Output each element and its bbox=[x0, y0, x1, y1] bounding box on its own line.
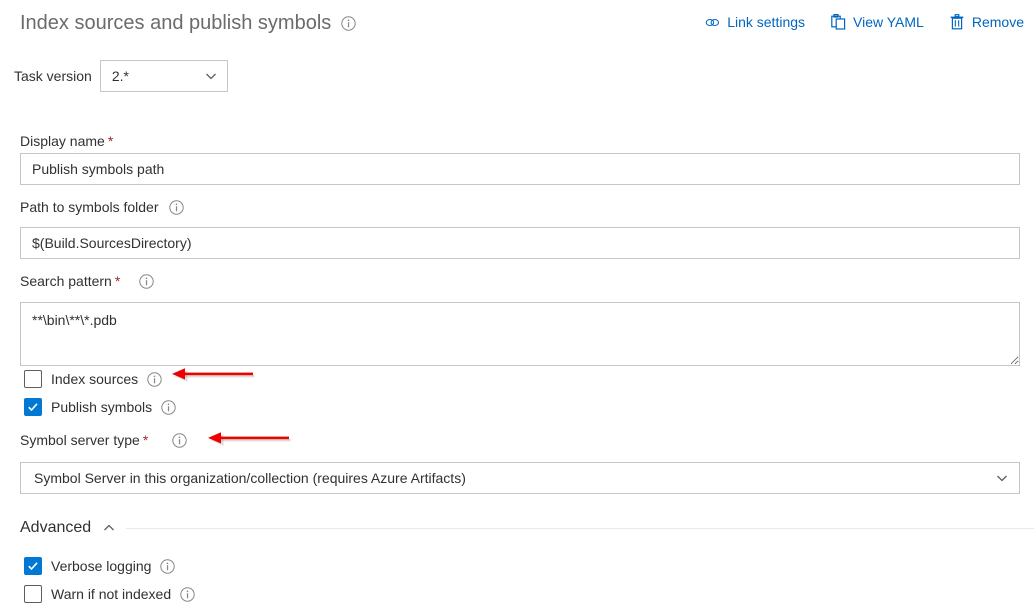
header-actions: Link settings View YAML bbox=[705, 14, 1024, 30]
info-icon[interactable] bbox=[147, 372, 162, 387]
symbol-server-type-label-row: Symbol server type * bbox=[20, 430, 187, 450]
display-name-input[interactable] bbox=[20, 153, 1020, 185]
page-header: Index sources and publish symbols Link s… bbox=[0, 0, 1034, 50]
search-pattern-label: Search pattern bbox=[20, 271, 112, 291]
chevron-up-icon[interactable] bbox=[101, 521, 116, 536]
task-version-label: Task version bbox=[14, 68, 92, 84]
publish-symbols-checkbox[interactable] bbox=[24, 398, 42, 416]
view-yaml-button[interactable]: View YAML bbox=[831, 14, 924, 30]
index-sources-checkbox[interactable] bbox=[24, 370, 42, 388]
clipboard-icon bbox=[831, 15, 846, 30]
link-settings-label: Link settings bbox=[727, 14, 805, 30]
page-title: Index sources and publish symbols bbox=[20, 12, 331, 35]
task-version-row: Task version 2.* bbox=[14, 60, 228, 92]
info-icon[interactable] bbox=[180, 587, 195, 602]
advanced-title: Advanced bbox=[20, 519, 91, 537]
info-icon[interactable] bbox=[169, 200, 184, 215]
chevron-down-icon bbox=[204, 69, 219, 84]
task-version-select[interactable]: 2.* bbox=[100, 60, 228, 92]
view-yaml-label: View YAML bbox=[853, 14, 924, 30]
trash-icon bbox=[950, 15, 965, 30]
info-icon[interactable] bbox=[139, 274, 154, 289]
remove-label: Remove bbox=[972, 14, 1024, 30]
symbols-folder-label-row: Path to symbols folder bbox=[20, 197, 184, 217]
task-version-value: 2.* bbox=[112, 68, 129, 84]
required-indicator: * bbox=[108, 131, 113, 151]
warn-if-not-indexed-checkbox[interactable] bbox=[24, 585, 42, 603]
info-icon[interactable] bbox=[160, 559, 175, 574]
index-sources-checkbox-row: Index sources bbox=[24, 370, 162, 388]
remove-button[interactable]: Remove bbox=[950, 14, 1024, 30]
arrow-to-index-sources bbox=[172, 366, 256, 386]
advanced-section-header[interactable]: Advanced bbox=[20, 519, 1034, 537]
symbols-folder-input[interactable] bbox=[20, 227, 1020, 259]
publish-symbols-label[interactable]: Publish symbols bbox=[51, 399, 152, 415]
symbol-server-type-select[interactable]: Symbol Server in this organization/colle… bbox=[20, 462, 1020, 494]
title-row: Index sources and publish symbols bbox=[20, 12, 356, 35]
link-settings-button[interactable]: Link settings bbox=[705, 14, 805, 30]
warn-if-not-indexed-label[interactable]: Warn if not indexed bbox=[51, 586, 171, 602]
required-indicator: * bbox=[143, 430, 148, 450]
info-icon[interactable] bbox=[172, 433, 187, 448]
chevron-down-icon bbox=[994, 471, 1009, 486]
advanced-divider bbox=[126, 528, 1034, 529]
symbols-folder-label: Path to symbols folder bbox=[20, 197, 159, 217]
symbol-server-type-label: Symbol server type bbox=[20, 430, 140, 450]
info-icon[interactable] bbox=[161, 400, 176, 415]
symbol-server-type-value: Symbol Server in this organization/colle… bbox=[34, 470, 466, 486]
link-icon bbox=[705, 15, 720, 30]
search-pattern-textarea[interactable] bbox=[20, 302, 1020, 366]
verbose-logging-checkbox[interactable] bbox=[24, 557, 42, 575]
info-icon[interactable] bbox=[341, 16, 356, 31]
index-sources-label[interactable]: Index sources bbox=[51, 371, 138, 387]
verbose-logging-checkbox-row: Verbose logging bbox=[24, 557, 175, 575]
publish-symbols-checkbox-row: Publish symbols bbox=[24, 398, 176, 416]
warn-if-not-indexed-checkbox-row: Warn if not indexed bbox=[24, 585, 195, 603]
arrow-to-symbol-server-type bbox=[208, 430, 292, 450]
display-name-label: Display name bbox=[20, 131, 105, 151]
required-indicator: * bbox=[115, 271, 120, 291]
display-name-label-row: Display name * bbox=[20, 131, 113, 151]
verbose-logging-label[interactable]: Verbose logging bbox=[51, 558, 151, 574]
search-pattern-label-row: Search pattern * bbox=[20, 271, 154, 291]
